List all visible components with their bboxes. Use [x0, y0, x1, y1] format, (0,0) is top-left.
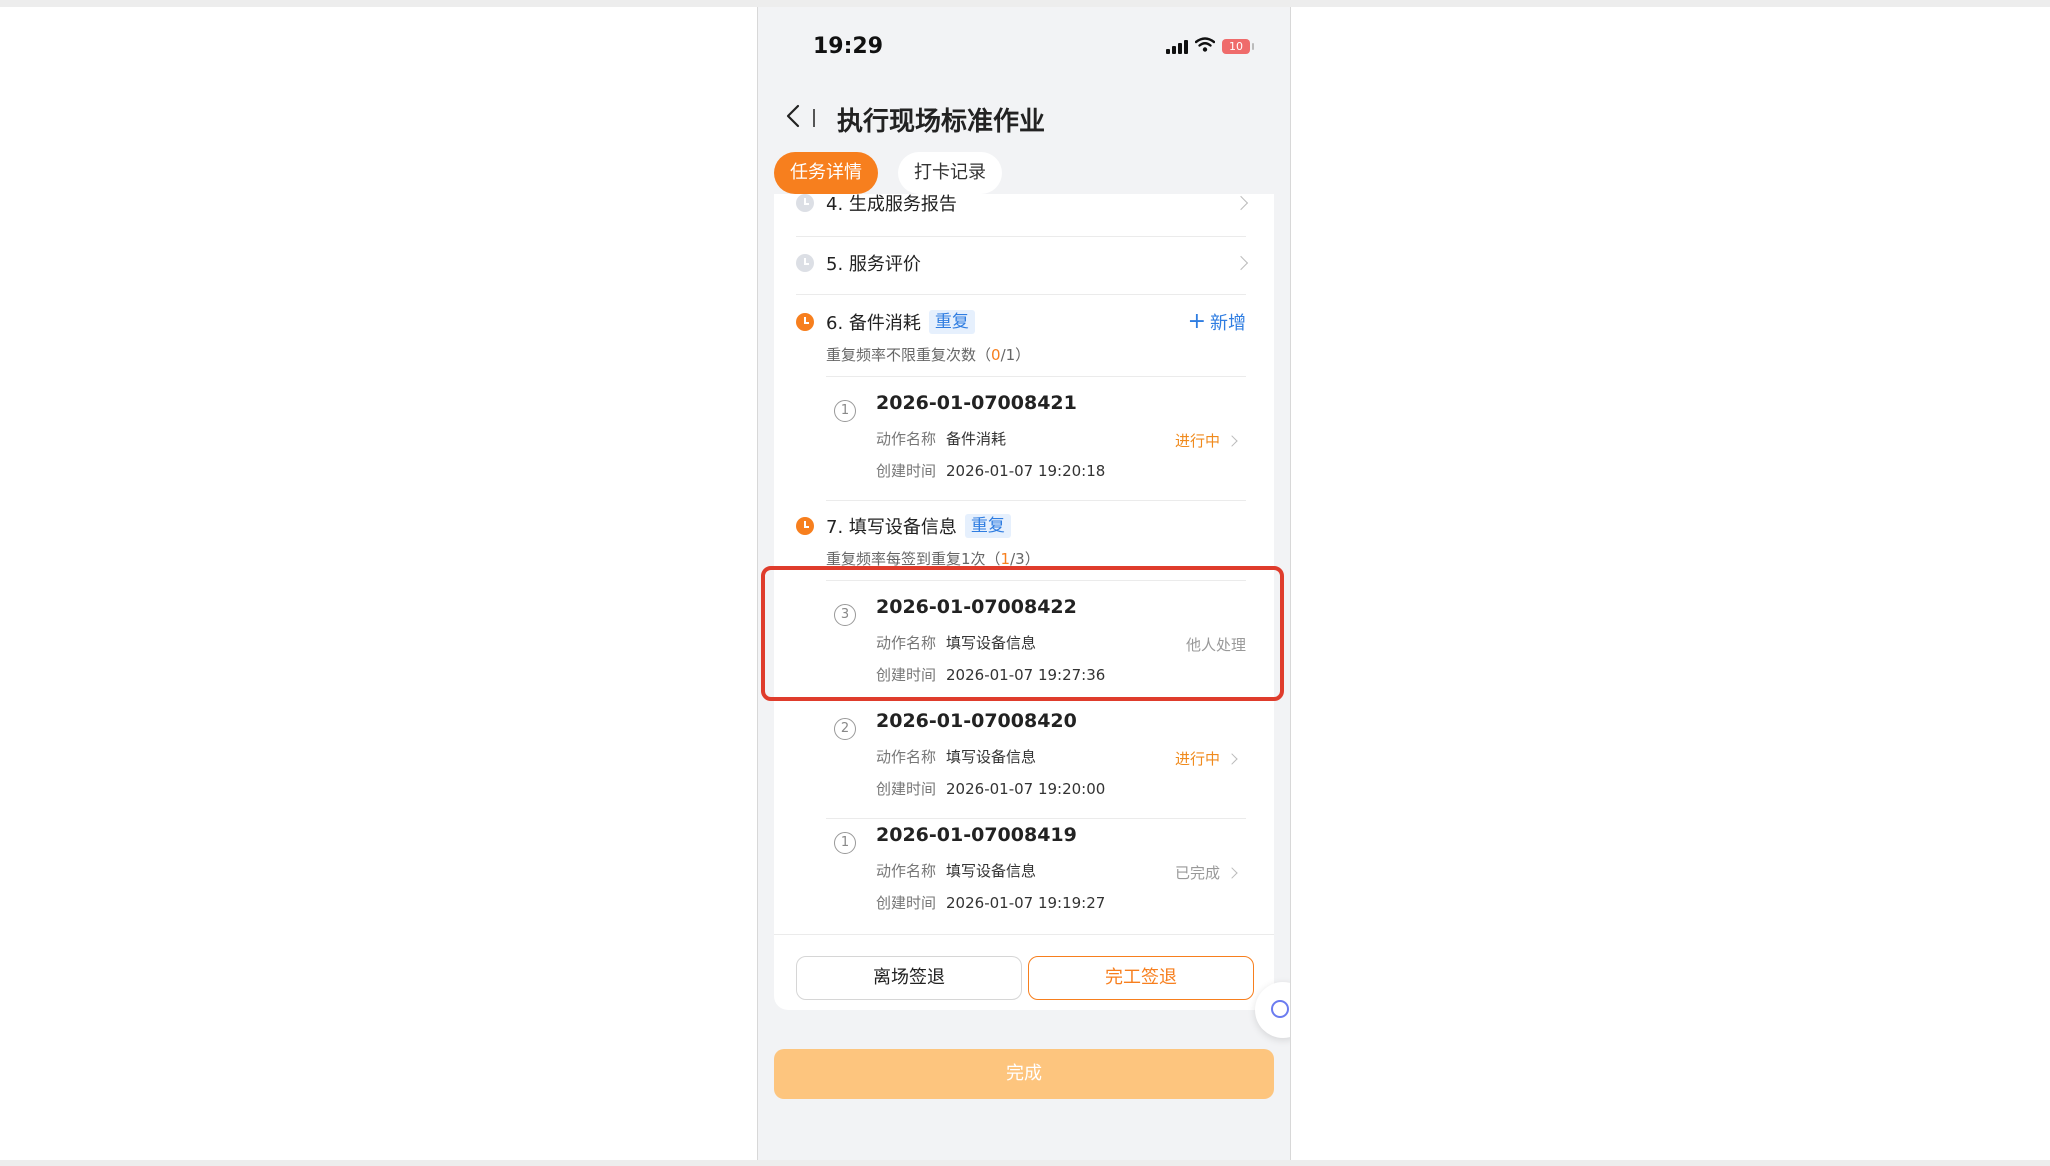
step-label: 5. 服务评价 — [826, 254, 921, 275]
chevron-right-icon — [1233, 195, 1249, 211]
record-item[interactable]: 1 2026-01-07008419 动作名称 填写设备信息 创建时间 2026-0… — [826, 816, 1246, 926]
repeat-tag: 重复 — [964, 514, 1011, 538]
leave-checkout-button[interactable]: 离场签退 — [796, 956, 1022, 1000]
record-action: 动作名称 备件消耗 — [876, 430, 1007, 448]
step-item-5[interactable]: 5. 服务评价 — [796, 250, 1249, 276]
nav-bar: 执行现场标准作业 — [758, 87, 1290, 147]
chevron-right-icon — [1233, 255, 1249, 271]
divider — [796, 236, 1246, 237]
step-item-4[interactable]: 4. 生成服务报告 — [796, 194, 1249, 216]
timer-icon — [1271, 1000, 1289, 1018]
back-button[interactable] — [776, 99, 810, 133]
record-action: 动作名称 填写设备信息 — [876, 748, 1037, 766]
battery-icon: 10 — [1222, 39, 1254, 54]
nav-divider — [813, 109, 815, 127]
pending-clock-icon — [796, 254, 814, 272]
finish-checkout-button[interactable]: 完工签退 — [1028, 956, 1254, 1000]
record-status: 进行中 — [1175, 430, 1238, 451]
pending-clock-icon — [796, 194, 814, 212]
wifi-icon — [1194, 37, 1216, 56]
chevron-right-icon — [1226, 434, 1238, 447]
tab-task-details[interactable]: 任务详情 — [774, 152, 878, 194]
status-bar: 19:29 10 — [758, 7, 1290, 87]
in-progress-clock-icon — [796, 517, 814, 535]
status-time: 19:29 — [813, 34, 884, 59]
record-created-time: 创建时间 2026-01-07 19:19:27 — [876, 894, 1106, 912]
step-item-7: 7. 填写设备信息 重复 — [796, 512, 1246, 540]
plus-icon: + — [1187, 309, 1206, 334]
page-bottom-border — [0, 1160, 2050, 1166]
add-label: 新增 — [1210, 313, 1246, 334]
record-created-time: 创建时间 2026-01-07 19:20:00 — [876, 780, 1106, 798]
page-title: 执行现场标准作业 — [837, 107, 1046, 137]
record-index: 2 — [834, 718, 856, 740]
status-icons: 10 — [1166, 37, 1254, 56]
add-button[interactable]: + 新增 — [1188, 309, 1246, 335]
record-id: 2026-01-07008421 — [876, 392, 1077, 414]
repeat-frequency: 重复频率不限重复次数（0/1） — [826, 346, 1031, 364]
step-label: 7. 填写设备信息 — [826, 517, 957, 538]
step-label: 4. 生成服务报告 — [826, 194, 957, 215]
record-index: 1 — [834, 832, 856, 854]
record-id: 2026-01-07008419 — [876, 824, 1077, 846]
divider — [826, 500, 1246, 501]
record-action: 动作名称 填写设备信息 — [876, 862, 1037, 880]
record-status: 已完成 — [1175, 862, 1238, 883]
tab-bar: 任务详情 打卡记录 — [774, 152, 1002, 194]
record-item[interactable]: 1 2026-01-07008421 动作名称 备件消耗 创建时间 2026-01-… — [826, 384, 1246, 494]
record-created-time: 创建时间 2026-01-07 19:20:18 — [876, 462, 1106, 480]
record-item[interactable]: 2 2026-01-07008420 动作名称 填写设备信息 创建时间 2026-0… — [826, 702, 1246, 812]
chevron-left-icon — [786, 104, 800, 128]
step-label: 6. 备件消耗 — [826, 313, 921, 334]
step-item-6: 6. 备件消耗 重复 + 新增 — [796, 308, 1246, 336]
record-status: 进行中 — [1175, 748, 1238, 769]
cellular-signal-icon — [1166, 39, 1188, 54]
divider — [796, 294, 1246, 295]
repeat-tag: 重复 — [928, 310, 975, 334]
page-top-border — [0, 0, 2050, 7]
divider — [826, 376, 1246, 377]
record-index: 1 — [834, 400, 856, 422]
highlight-annotation-box — [761, 566, 1284, 701]
record-id: 2026-01-07008420 — [876, 710, 1077, 732]
chevron-right-icon — [1226, 752, 1238, 765]
in-progress-clock-icon — [796, 313, 814, 331]
tab-checkin-records[interactable]: 打卡记录 — [898, 152, 1002, 194]
complete-button[interactable]: 完成 — [774, 1049, 1274, 1099]
chevron-right-icon — [1226, 866, 1238, 879]
divider — [774, 934, 1274, 935]
